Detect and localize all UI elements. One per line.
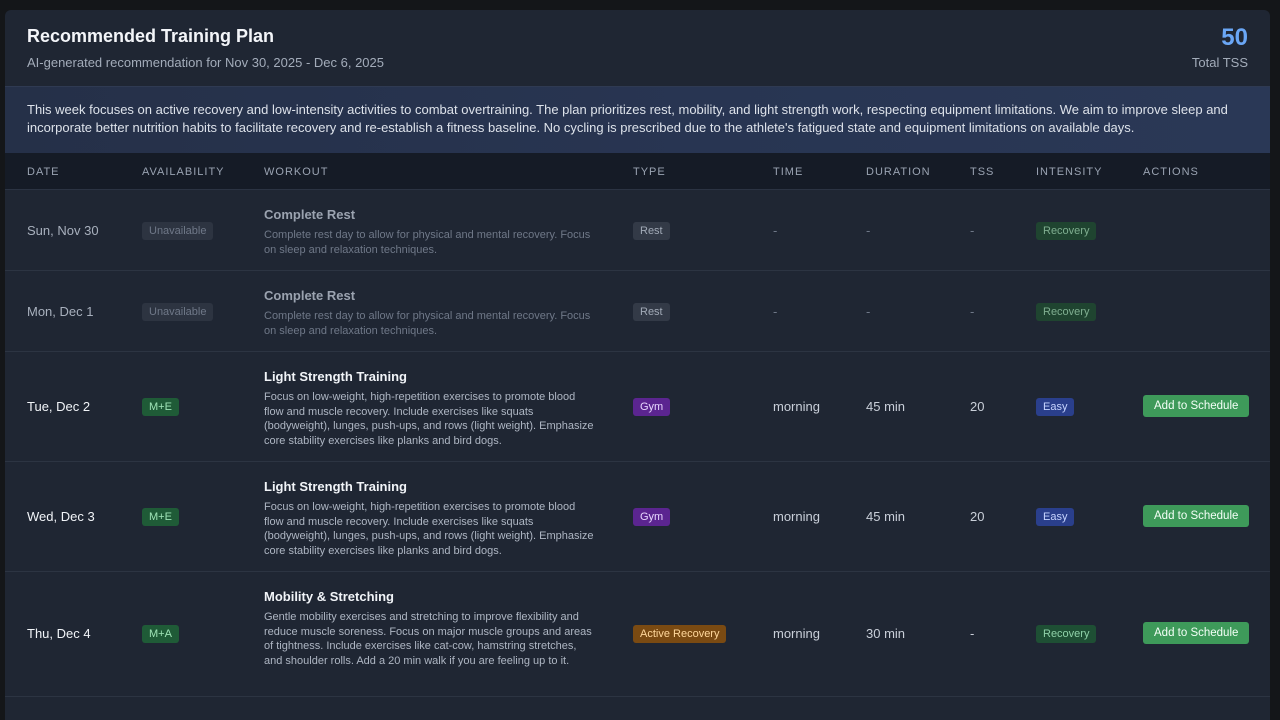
workout-description: Focus on low-weight, high-repetition exe… [264, 501, 594, 557]
column-header-workout: WORKOUT [264, 166, 329, 178]
availability-label: Unavailable [142, 222, 214, 240]
plan-header: Recommended Training Plan AI-generated r… [5, 10, 1270, 86]
time-value: - [773, 304, 778, 319]
row-date: Tue, Dec 2 [27, 399, 91, 414]
availability-badge: Unavailable [142, 221, 214, 240]
availability-label: M+E [142, 508, 179, 526]
intensity-badge: Recovery [1036, 221, 1097, 240]
actions-cell: Add to Schedule [1143, 622, 1250, 644]
duration-value: - [866, 223, 871, 238]
workout-description: Complete rest day to allow for physical … [264, 310, 591, 337]
intensity-label: Recovery [1036, 222, 1097, 240]
tss-value: - [970, 223, 975, 238]
plan-summary: This week focuses on active recovery and… [5, 86, 1270, 153]
add-to-schedule-button[interactable]: Add to Schedule [1143, 395, 1250, 417]
type-badge: Active Recovery [633, 624, 727, 643]
training-plan-card: Recommended Training Plan AI-generated r… [5, 10, 1270, 720]
workout-title: Light Strength Training [264, 479, 407, 494]
row-date: Mon, Dec 1 [27, 304, 94, 319]
add-to-schedule-button[interactable]: Add to Schedule [1143, 622, 1250, 644]
tss-value: 20 [970, 399, 985, 414]
page-subtitle: AI-generated recommendation for Nov 30, … [27, 55, 384, 70]
workout-title: Complete Rest [264, 288, 356, 303]
workout-cell: Complete Rest Complete rest day to allow… [264, 207, 594, 257]
availability-badge: M+E [142, 507, 179, 526]
actions-cell: Add to Schedule [1143, 505, 1250, 527]
tss-value: 20 [970, 509, 985, 524]
availability-label: M+A [142, 625, 179, 643]
page-title: Recommended Training Plan [27, 26, 275, 46]
column-header-type: TYPE [633, 166, 666, 178]
workout-cell: Light Strength Training Focus on low-wei… [264, 479, 594, 558]
availability-label: Unavailable [142, 303, 214, 321]
column-header-duration: DURATION [866, 166, 931, 178]
availability-label: M+E [142, 398, 179, 416]
row-date: Sun, Nov 30 [27, 223, 99, 238]
intensity-label: Recovery [1036, 303, 1097, 321]
workout-description: Focus on low-weight, high-repetition exe… [264, 391, 594, 447]
actions-cell: Add to Schedule [1143, 395, 1250, 417]
type-label: Active Recovery [633, 625, 727, 643]
time-value: morning [773, 509, 820, 524]
table-header: DATE AVAILABILITY WORKOUT TYPE TIME DURA… [5, 153, 1270, 190]
column-header-time: TIME [773, 166, 804, 178]
intensity-label: Easy [1036, 508, 1075, 526]
table-row: Sun, Nov 30 Unavailable Complete Rest Co… [5, 190, 1270, 271]
workout-description: Gentle mobility exercises and stretching… [264, 611, 592, 667]
intensity-badge: Recovery [1036, 302, 1097, 321]
availability-badge: M+A [142, 624, 179, 643]
type-label: Rest [633, 303, 670, 321]
workout-cell: Light Strength Training Focus on low-wei… [264, 369, 594, 448]
row-date: Wed, Dec 3 [27, 509, 95, 524]
table-row: Mon, Dec 1 Unavailable Complete Rest Com… [5, 271, 1270, 352]
type-label: Rest [633, 222, 670, 240]
tss-value: - [970, 626, 975, 641]
duration-value: - [866, 304, 871, 319]
type-label: Gym [633, 398, 671, 416]
column-header-date: DATE [27, 166, 60, 178]
add-to-schedule-button[interactable]: Add to Schedule [1143, 505, 1250, 527]
intensity-label: Recovery [1036, 625, 1097, 643]
time-value: morning [773, 399, 820, 414]
type-label: Gym [633, 508, 671, 526]
availability-badge: Unavailable [142, 302, 214, 321]
tss-value: - [970, 304, 975, 319]
workout-title: Light Strength Training [264, 369, 407, 384]
workout-title: Mobility & Stretching [264, 589, 394, 604]
workout-description: Complete rest day to allow for physical … [264, 229, 591, 256]
total-tss-label: Total TSS [1191, 55, 1248, 70]
workout-cell: Mobility & Stretching Gentle mobility ex… [264, 589, 594, 668]
availability-badge: M+E [142, 397, 179, 416]
intensity-label: Easy [1036, 398, 1075, 416]
type-badge: Gym [633, 397, 671, 416]
type-badge: Rest [633, 221, 670, 240]
workout-cell: Complete Rest Complete rest day to allow… [264, 288, 594, 338]
time-value: morning [773, 626, 820, 641]
type-badge: Gym [633, 507, 671, 526]
workout-title: Complete Rest [264, 207, 356, 222]
intensity-badge: Easy [1036, 507, 1075, 526]
duration-value: 45 min [866, 509, 906, 524]
intensity-badge: Recovery [1036, 624, 1097, 643]
time-value: - [773, 223, 778, 238]
table-row: Thu, Dec 4 M+A Mobility & Stretching Gen… [5, 572, 1270, 697]
column-header-availability: AVAILABILITY [142, 166, 225, 178]
table-row: Tue, Dec 2 M+E Light Strength Training F… [5, 352, 1270, 462]
column-header-intensity: INTENSITY [1036, 166, 1103, 178]
intensity-badge: Easy [1036, 397, 1075, 416]
row-date: Thu, Dec 4 [27, 626, 91, 641]
duration-value: 30 min [866, 626, 906, 641]
type-badge: Rest [633, 302, 670, 321]
duration-value: 45 min [866, 399, 906, 414]
total-tss-value: 50 [1221, 24, 1248, 51]
table-row: Wed, Dec 3 M+E Light Strength Training F… [5, 462, 1270, 572]
column-header-tss: TSS [970, 166, 995, 178]
column-header-actions: ACTIONS [1143, 166, 1199, 178]
